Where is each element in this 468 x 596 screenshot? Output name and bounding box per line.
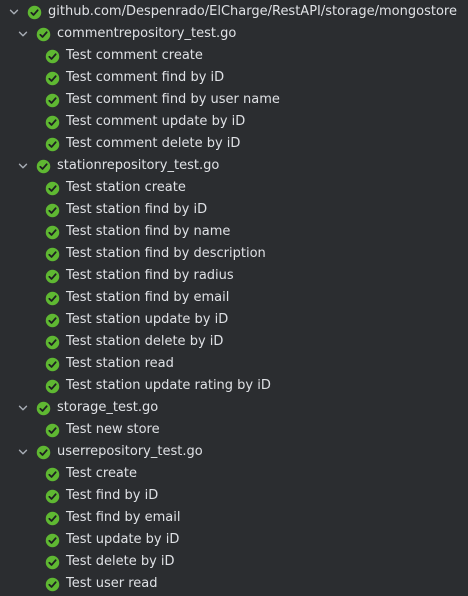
tree-item-label: Test comment find by user name bbox=[66, 92, 280, 107]
check-circle-icon bbox=[45, 225, 60, 240]
tree-item-label: Test comment find by iD bbox=[66, 70, 225, 85]
tree-item-label: storage_test.go bbox=[57, 400, 159, 415]
tree-item-test-case[interactable]: Test station find by iD bbox=[0, 199, 468, 221]
check-circle-icon bbox=[45, 533, 60, 548]
tree-item-label: Test station find by radius bbox=[66, 268, 234, 283]
tree-item-test-case[interactable]: Test comment find by iD bbox=[0, 67, 468, 89]
tree-item-label: Test station create bbox=[66, 180, 186, 195]
tree-item-label: Test create bbox=[66, 466, 137, 481]
tree-root-package[interactable]: github.com/Despenrado/ElCharge/RestAPI/s… bbox=[0, 1, 468, 23]
check-circle-icon bbox=[45, 115, 60, 130]
tree-item-label: Test station update rating by iD bbox=[66, 378, 271, 393]
tree-item-test-case[interactable]: Test station find by name bbox=[0, 221, 468, 243]
tree-item-label: Test station find by email bbox=[66, 290, 230, 305]
check-circle-icon bbox=[45, 555, 60, 570]
tree-item-label: commentrepository_test.go bbox=[57, 26, 237, 41]
tree-item-test-case[interactable]: Test delete by iD bbox=[0, 551, 468, 573]
tree-item-test-case[interactable]: Test station delete by iD bbox=[0, 331, 468, 353]
tree-item-test-case[interactable]: Test find by iD bbox=[0, 485, 468, 507]
chevron-down-icon[interactable] bbox=[16, 27, 30, 41]
tree-item-label: Test station read bbox=[66, 356, 174, 371]
check-circle-icon bbox=[36, 445, 51, 460]
check-circle-icon bbox=[45, 93, 60, 108]
check-circle-icon bbox=[45, 577, 60, 592]
tree-item-label: userrepository_test.go bbox=[57, 444, 203, 459]
tree-item-test-file[interactable]: userrepository_test.go bbox=[0, 441, 468, 463]
tree-item-test-case[interactable]: Test station find by radius bbox=[0, 265, 468, 287]
check-circle-icon bbox=[45, 489, 60, 504]
tree-item-test-file[interactable]: storage_test.go bbox=[0, 397, 468, 419]
check-circle-icon bbox=[45, 313, 60, 328]
test-results-tree: github.com/Despenrado/ElCharge/RestAPI/s… bbox=[0, 0, 468, 596]
tree-item-label: Test station find by name bbox=[66, 224, 231, 239]
check-circle-icon bbox=[45, 379, 60, 394]
check-circle-icon bbox=[45, 71, 60, 86]
tree-item-test-case[interactable]: Test comment delete by iD bbox=[0, 133, 468, 155]
tree-item-test-case[interactable]: Test station update by iD bbox=[0, 309, 468, 331]
tree-item-label: Test station find by iD bbox=[66, 202, 208, 217]
chevron-down-icon[interactable] bbox=[16, 445, 30, 459]
check-circle-icon bbox=[27, 5, 42, 20]
chevron-down-icon[interactable] bbox=[16, 159, 30, 173]
check-circle-icon bbox=[45, 49, 60, 64]
check-circle-icon bbox=[45, 511, 60, 526]
tree-item-test-case[interactable]: Test update by iD bbox=[0, 529, 468, 551]
tree-item-test-case[interactable]: Test station find by description bbox=[0, 243, 468, 265]
tree-item-test-case[interactable]: Test comment update by iD bbox=[0, 111, 468, 133]
tree-item-label: Test comment delete by iD bbox=[66, 136, 241, 151]
tree-item-label: Test comment create bbox=[66, 48, 203, 63]
chevron-down-icon[interactable] bbox=[7, 5, 21, 19]
tree-item-label: github.com/Despenrado/ElCharge/RestAPI/s… bbox=[48, 4, 457, 19]
tree-item-test-file[interactable]: stationrepository_test.go bbox=[0, 155, 468, 177]
tree-item-test-case[interactable]: Test station create bbox=[0, 177, 468, 199]
check-circle-icon bbox=[45, 203, 60, 218]
check-circle-icon bbox=[45, 181, 60, 196]
tree-item-test-case[interactable]: Test user read bbox=[0, 573, 468, 595]
tree-item-label: Test station delete by iD bbox=[66, 334, 224, 349]
tree-item-test-case[interactable]: Test station update rating by iD bbox=[0, 375, 468, 397]
tree-item-test-file[interactable]: commentrepository_test.go bbox=[0, 23, 468, 45]
test-tree-rows: github.com/Despenrado/ElCharge/RestAPI/s… bbox=[0, 1, 468, 595]
tree-item-label: Test delete by iD bbox=[66, 554, 175, 569]
check-circle-icon bbox=[45, 137, 60, 152]
check-circle-icon bbox=[45, 335, 60, 350]
chevron-down-icon[interactable] bbox=[16, 401, 30, 415]
check-circle-icon bbox=[45, 423, 60, 438]
tree-item-test-case[interactable]: Test comment create bbox=[0, 45, 468, 67]
tree-item-label: Test find by email bbox=[66, 510, 181, 525]
tree-item-test-case[interactable]: Test station find by email bbox=[0, 287, 468, 309]
tree-item-test-case[interactable]: Test create bbox=[0, 463, 468, 485]
tree-item-label: Test new store bbox=[66, 422, 160, 437]
tree-item-label: Test station find by description bbox=[66, 246, 266, 261]
check-circle-icon bbox=[45, 247, 60, 262]
tree-item-test-case[interactable]: Test comment find by user name bbox=[0, 89, 468, 111]
tree-item-test-case[interactable]: Test find by email bbox=[0, 507, 468, 529]
tree-item-label: Test station update by iD bbox=[66, 312, 229, 327]
tree-item-label: Test user read bbox=[66, 576, 158, 591]
tree-item-test-case[interactable]: Test new store bbox=[0, 419, 468, 441]
check-circle-icon bbox=[45, 357, 60, 372]
check-circle-icon bbox=[45, 269, 60, 284]
check-circle-icon bbox=[36, 159, 51, 174]
check-circle-icon bbox=[45, 467, 60, 482]
check-circle-icon bbox=[36, 401, 51, 416]
tree-item-label: Test comment update by iD bbox=[66, 114, 246, 129]
tree-item-label: stationrepository_test.go bbox=[57, 158, 220, 173]
check-circle-icon bbox=[36, 27, 51, 42]
tree-item-label: Test update by iD bbox=[66, 532, 180, 547]
tree-item-label: Test find by iD bbox=[66, 488, 159, 503]
tree-item-test-case[interactable]: Test station read bbox=[0, 353, 468, 375]
check-circle-icon bbox=[45, 291, 60, 306]
